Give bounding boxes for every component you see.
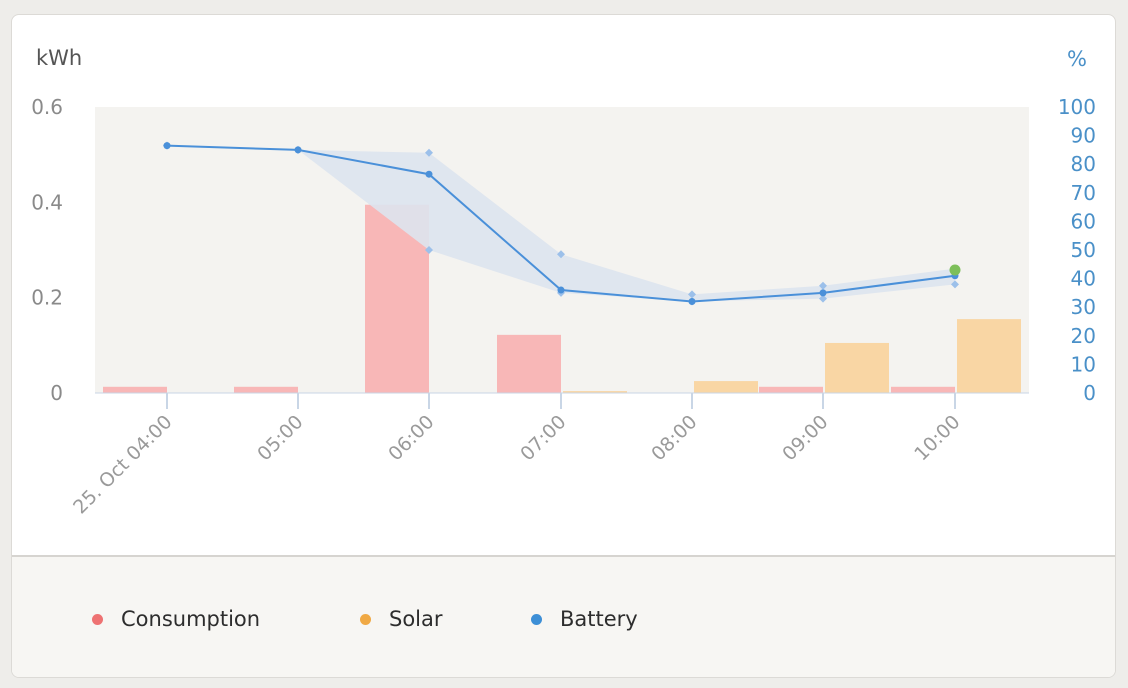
- x-tick-label: 06:00: [384, 411, 438, 465]
- solar-dot-icon: [360, 613, 371, 625]
- left-tick-label: 0.4: [31, 190, 63, 214]
- consumption-bar[interactable]: [497, 334, 561, 393]
- consumption-bar[interactable]: [234, 386, 298, 393]
- legend-label-solar: Solar: [389, 607, 443, 631]
- right-tick-label: 90: [1071, 124, 1096, 148]
- right-tick-label: 70: [1071, 181, 1096, 205]
- battery-point[interactable]: [557, 286, 565, 294]
- left-tick-label: 0: [50, 381, 63, 405]
- legend-item-battery[interactable]: Battery: [531, 607, 638, 631]
- battery-current-marker[interactable]: [949, 264, 961, 276]
- right-tick-label: 10: [1071, 352, 1096, 376]
- right-tick-label: 30: [1071, 295, 1096, 319]
- x-tick-label: 25. Oct 04:00: [69, 411, 176, 518]
- chart-card: kWh % 0.6 0.4 0.2 0 100 90 80 70 60 50 40 30 20 10 0 …: [11, 14, 1116, 678]
- left-tick-label: 0.2: [31, 286, 63, 310]
- right-tick-label: 0: [1083, 381, 1096, 405]
- battery-point[interactable]: [688, 297, 696, 305]
- legend-label-consumption: Consumption: [121, 607, 261, 631]
- right-axis-ticks: 1009080706050403020100: [1058, 95, 1096, 405]
- x-tick-label: 05:00: [253, 411, 307, 465]
- battery-point[interactable]: [163, 142, 171, 150]
- legend-item-consumption[interactable]: Consumption: [92, 607, 260, 631]
- x-tick-label: 10:00: [910, 411, 964, 465]
- x-tick-label: 07:00: [516, 411, 570, 465]
- battery-point[interactable]: [819, 289, 827, 297]
- right-tick-label: 20: [1071, 324, 1096, 348]
- legend-item-solar[interactable]: Solar: [360, 607, 443, 631]
- battery-point[interactable]: [294, 146, 302, 154]
- solar-bar[interactable]: [694, 381, 758, 393]
- right-tick-label: 50: [1071, 238, 1096, 262]
- battery-dot-icon: [531, 613, 542, 625]
- right-tick-label: 40: [1071, 267, 1096, 291]
- right-tick-label: 60: [1071, 209, 1096, 233]
- solar-bar[interactable]: [825, 342, 889, 393]
- consumption-dot-icon: [92, 613, 103, 625]
- consumption-bar[interactable]: [103, 386, 167, 393]
- left-axis-title: kWh: [36, 46, 82, 70]
- right-tick-label: 100: [1058, 95, 1096, 119]
- left-tick-label: 0.6: [31, 95, 63, 119]
- solar-bar[interactable]: [957, 319, 1021, 393]
- right-tick-label: 80: [1071, 152, 1096, 176]
- legend-panel: Consumption Solar Battery: [12, 555, 1115, 677]
- right-axis-title: %: [1067, 47, 1087, 71]
- consumption-bar[interactable]: [759, 386, 823, 393]
- left-axis-ticks: 0.6 0.4 0.2 0: [31, 95, 63, 405]
- x-axis-ticks: 25. Oct 04:00 05:00 06:00 07:00 08:00 09:00 10…: [69, 393, 965, 518]
- x-tick-label: 08:00: [647, 411, 701, 465]
- consumption-bar[interactable]: [891, 386, 955, 393]
- x-tick-label: 09:00: [778, 411, 832, 465]
- battery-point[interactable]: [425, 170, 433, 178]
- legend-label-battery: Battery: [560, 607, 638, 631]
- chart-area: kWh % 0.6 0.4 0.2 0 100 90 80 70 60 50 40 30 20 10 0 …: [12, 15, 1115, 555]
